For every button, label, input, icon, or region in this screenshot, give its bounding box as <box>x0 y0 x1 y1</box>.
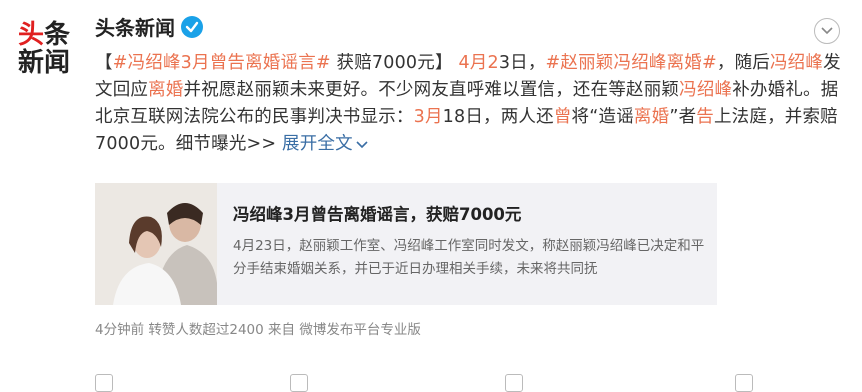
hashtag-link[interactable]: #冯绍峰3月曾告离婚谣言# <box>113 53 331 73</box>
keyword-highlight: 冯绍峰 <box>679 80 733 100</box>
post-text-segment: 获赔7000元】 <box>330 53 459 73</box>
verified-icon <box>181 15 203 38</box>
expand-full-text-link[interactable]: 展开全文 <box>282 134 353 154</box>
post-text-segment: ，随后 <box>716 53 770 73</box>
post-text-segment: 18日，两人还 <box>442 107 554 127</box>
action-bar <box>0 366 862 392</box>
keyword-highlight: 离婚 <box>148 80 184 100</box>
chevron-down-icon[interactable] <box>814 18 840 44</box>
account-header: 头条新闻 <box>95 12 203 41</box>
post-text-segment: 3日， <box>498 53 546 73</box>
keyword-highlight: 4月2 <box>458 53 499 73</box>
keyword-highlight: 冯绍峰 <box>769 53 824 73</box>
more-icon[interactable] <box>735 374 753 392</box>
post-text-segment: 【 <box>95 53 113 73</box>
comment-icon[interactable] <box>290 374 308 392</box>
keyword-highlight: 3月 <box>413 107 443 127</box>
keyword-highlight: 曾 <box>553 107 572 127</box>
post-text-segment: ”者 <box>669 107 697 127</box>
post-text: 【#冯绍峰3月曾告离婚谣言# 获赔7000元】 4月23日，#赵丽颖冯绍峰离婚#… <box>95 50 847 158</box>
post-text-segment: 并祝愿赵丽颖未来更好。不少网友直呼难以置信，还在等赵丽颖 <box>183 80 680 100</box>
article-desc: 4月23日，赵丽颖工作室、冯绍峰工作室同时发文，称赵丽颖冯绍峰已决定和平分手结束… <box>233 238 705 277</box>
avatar-char-dark: 条 <box>44 20 71 50</box>
post-text-segment: 将“造谣 <box>571 107 634 127</box>
account-avatar[interactable]: 头条 新闻 <box>10 14 80 84</box>
article-card[interactable]: 冯绍峰3月曾告离婚谣言，获赔7000元 4月23日，赵丽颖工作室、冯绍峰工作室同… <box>95 183 717 305</box>
keyword-highlight: 告 <box>696 107 714 127</box>
avatar-char-red: 头 <box>18 20 45 50</box>
post-meta: 4分钟前 转赞人数超过2400 来自 微博发布平台专业版 <box>95 322 421 338</box>
article-thumbnail <box>95 183 217 305</box>
like-icon[interactable] <box>505 374 523 392</box>
keyword-highlight: 离婚 <box>633 107 670 127</box>
avatar-line2: 新闻 <box>18 48 71 78</box>
hashtag-link[interactable]: #赵丽颖冯绍峰离婚# <box>546 53 717 73</box>
forward-icon[interactable] <box>95 374 113 392</box>
expand-chevron-icon[interactable] <box>353 134 368 154</box>
account-name[interactable]: 头条新闻 <box>95 12 175 41</box>
article-title[interactable]: 冯绍峰3月曾告离婚谣言，获赔7000元 <box>233 201 713 225</box>
